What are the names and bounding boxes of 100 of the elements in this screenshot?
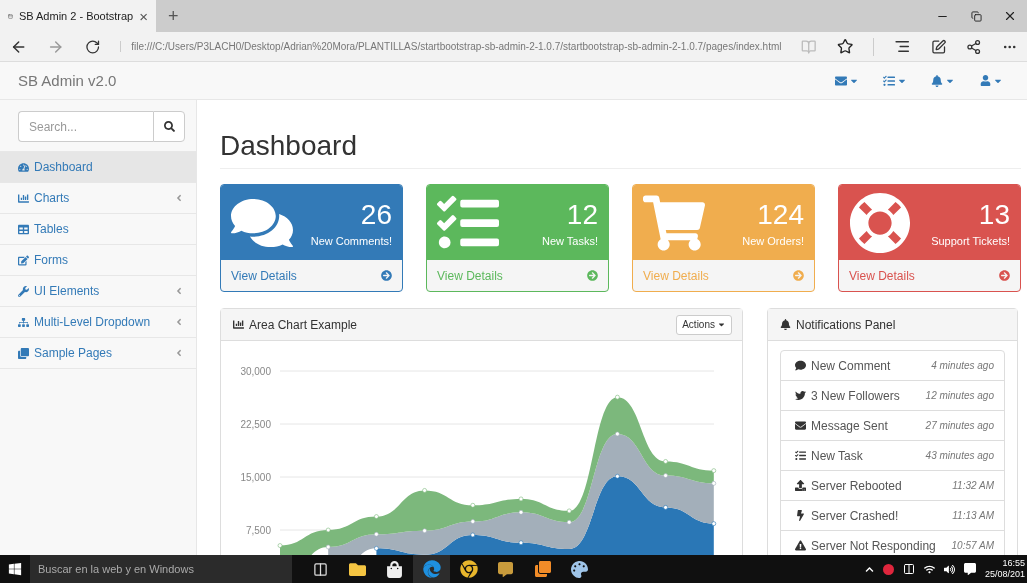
notification-item[interactable]: New Task 43 minutes ago [781,441,1004,471]
stat-label: New Tasks! [541,234,598,247]
tab-title: SB Admin 2 - Bootstrap [18,10,134,22]
data-point [518,496,524,502]
tab-close-button[interactable]: × [139,8,148,24]
chrome-icon[interactable] [459,560,478,578]
sitemap-icon [18,316,29,328]
sidebar-item-label: Dashboard [34,160,94,174]
search-field[interactable]: Search... [18,111,153,142]
tasks-icon [795,450,806,461]
notification-item[interactable]: Server Crashed! 11:13 AM [781,501,1004,531]
axis-tick-label: 30,000 [240,366,271,377]
notification-item[interactable]: Message Sent 27 minutes ago [781,411,1004,441]
bolt-icon [795,510,806,521]
actions-button[interactable]: Actions [676,314,732,335]
data-point [422,488,427,493]
notification-time: 11:32 AM [952,480,994,491]
new-tab-button[interactable]: + [156,0,191,32]
action-center-icon[interactable] [963,563,976,575]
data-point [663,505,668,510]
stat-label: New Comments! [310,234,392,247]
browser-e-icon[interactable] [422,560,441,578]
notification-text: New Comment [811,358,892,373]
bar-chart-icon [18,192,29,204]
envelope-icon [795,420,806,431]
stat-count: 13 [978,198,1010,231]
notification-text: Server Rebooted [811,478,903,493]
gauge-icon [18,161,29,173]
paint-icon[interactable] [571,560,588,578]
close-icon[interactable] [1003,9,1017,23]
data-point [518,540,524,545]
data-point [325,527,331,533]
sidebar-item[interactable]: Dashboard [0,152,196,183]
taskbar-search[interactable]: Buscar en la web y en Windows [30,555,292,583]
restore-icon[interactable] [970,10,982,22]
tray-chevron-icon[interactable] [864,564,874,574]
folder-icon[interactable] [349,560,366,578]
data-point [374,514,379,519]
volume-icon[interactable] [943,563,955,575]
task-view-icon[interactable] [313,561,328,577]
data-point [566,508,572,514]
star-icon[interactable] [836,38,854,55]
windows-start-icon[interactable] [8,562,22,576]
bird-icon [795,390,806,401]
view-details-link[interactable]: View Details [839,260,1020,291]
data-point [470,519,476,524]
tasks-icon [883,74,895,87]
edit-icon [18,254,29,266]
bell-icon [780,319,791,330]
bell-icon [931,74,943,87]
data-point [663,473,668,478]
taskbar-clock[interactable]: 16:55 25/08/201 [984,558,1025,580]
axis-tick-label: 7,500 [245,525,271,536]
notification-time: 12 minutes ago [925,390,994,401]
warning-icon [795,540,806,551]
caret-icon [717,320,726,329]
envelope-icon [835,74,847,87]
data-point [566,519,572,525]
data-point [374,531,379,537]
sidebar-item-label: Tables [34,222,70,236]
hub-icon[interactable] [894,38,911,55]
taskbar-search-text: Buscar en la web y en Windows [38,563,194,575]
data-point [277,543,283,548]
stat-label: New Orders! [742,234,804,247]
refresh-icon[interactable] [84,38,101,55]
data-point [711,468,717,473]
share-icon[interactable] [966,38,982,55]
store-icon[interactable] [386,560,403,578]
clock-time: 16:55 [1002,558,1025,569]
search-icon [163,121,175,132]
sidebar-item-label: UI Elements [34,284,101,298]
data-point [615,394,620,400]
stat-count: 12 [566,198,598,231]
axis-tick-label: 15,000 [240,472,271,483]
note-icon[interactable] [930,38,947,55]
notification-time: 43 minutes ago [925,450,994,461]
upload-icon [795,480,806,491]
data-point [663,459,668,464]
notification-time: 27 minutes ago [925,420,994,431]
tray-app-icon[interactable] [882,563,894,575]
app-icon[interactable] [534,561,551,577]
search-button[interactable] [153,111,185,142]
notification-item[interactable]: Server Rebooted 11:32 AM [781,471,1004,501]
notification-item[interactable]: 3 New Followers 12 minutes ago [781,381,1004,411]
notification-item[interactable]: New Comment 4 minutes ago [781,351,1004,381]
stat-count: 26 [360,198,392,231]
sidebar-item-label: Sample Pages [34,346,114,360]
browser-tab[interactable]: SB Admin 2 - Bootstrap × [0,0,156,32]
comment-icon [795,360,806,371]
sidebar-item-label: Multi-Level Dropdown [34,315,152,329]
data-point [422,528,427,533]
clock-date: 25/08/201 [984,569,1025,580]
axis-tick-label: 22,500 [240,419,271,430]
panel-title: Area Chart Example [249,317,359,332]
view-details-link[interactable]: View Details [221,260,402,291]
notification-text: Message Sent [811,418,889,433]
notification-text: Server Crashed! [811,508,900,523]
page-title: Dashboard [220,130,1021,169]
wifi-icon[interactable] [923,563,935,575]
notification-time: 4 minutes ago [931,360,994,371]
